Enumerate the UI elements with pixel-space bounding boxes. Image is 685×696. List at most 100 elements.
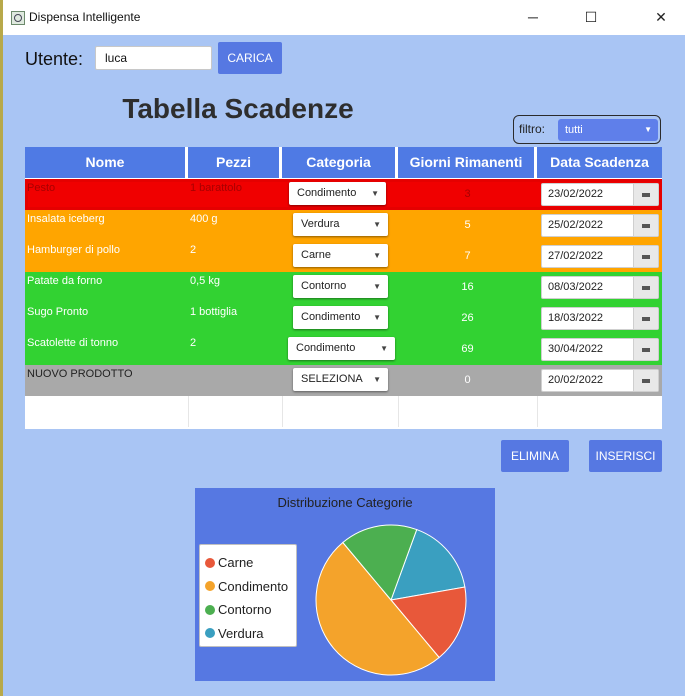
- header-giorni[interactable]: Giorni Rimanenti: [398, 147, 537, 178]
- cell-nome: Patate da forno: [27, 275, 103, 287]
- category-value: Condimento: [301, 311, 361, 323]
- grid-line: [282, 396, 283, 427]
- chevron-down-icon: ▼: [373, 375, 381, 384]
- chevron-down-icon: ▼: [373, 251, 381, 260]
- date-picker[interactable]: 25/02/2022: [541, 214, 659, 237]
- category-dropdown[interactable]: Condimento ▼: [288, 337, 395, 360]
- cell-nome: Scatolette di tonno: [27, 337, 119, 349]
- date-picker[interactable]: 20/02/2022: [541, 369, 659, 392]
- date-value: 18/03/2022: [548, 312, 604, 324]
- table-row[interactable]: Pesto 1 barattolo Condimento ▼ 3 23/02/2022: [25, 179, 662, 210]
- calendar-icon[interactable]: [633, 184, 658, 205]
- category-value: Condimento: [297, 187, 357, 199]
- pie-chart: [315, 524, 467, 676]
- cell-giorni: 69: [461, 343, 474, 355]
- minimize-button[interactable]: ─: [511, 0, 555, 35]
- category-value: Verdura: [301, 218, 340, 230]
- header-categoria[interactable]: Categoria: [282, 147, 398, 178]
- legend-swatch: [205, 628, 215, 639]
- table-row[interactable]: Hamburger di pollo 2 Carne ▼ 7 27/02/2022: [25, 241, 662, 272]
- date-value: 30/04/2022: [548, 343, 604, 355]
- date-value: 23/02/2022: [548, 188, 604, 200]
- category-dropdown[interactable]: Condimento ▼: [293, 306, 388, 329]
- cell-data: 08/03/2022: [537, 272, 662, 303]
- chevron-down-icon: ▼: [371, 189, 379, 198]
- header-nome[interactable]: Nome: [25, 147, 188, 178]
- cell-categoria: Condimento ▼: [282, 179, 398, 210]
- delete-button[interactable]: ELIMINA: [501, 440, 569, 472]
- page-title: Tabella Scadenze: [122, 93, 354, 124]
- date-picker[interactable]: 27/02/2022: [541, 245, 659, 268]
- grid-line: [188, 396, 189, 427]
- legend-label: Verdura: [218, 625, 264, 641]
- calendar-icon[interactable]: [633, 308, 658, 329]
- filter-dropdown[interactable]: tutti ▼: [558, 119, 658, 141]
- load-button[interactable]: CARICA: [218, 42, 282, 74]
- cell-giorni: 7: [464, 250, 471, 262]
- date-picker[interactable]: 23/02/2022: [541, 183, 659, 206]
- table-row[interactable]: Scatolette di tonno 2 Condimento ▼ 69 30/04/2…: [25, 334, 662, 365]
- insert-button[interactable]: INSERISCI: [589, 440, 662, 472]
- table-row[interactable]: Insalata iceberg 400 g Verdura ▼ 5 25/02/2022: [25, 210, 662, 241]
- legend-item: Verdura: [205, 622, 296, 646]
- category-value: SELEZIONA: [301, 373, 363, 385]
- cell-giorni: 5: [464, 219, 471, 231]
- cell-giorni: 26: [461, 312, 474, 324]
- title-bar: Dispensa Intelligente ─ ☐ ✕: [3, 0, 685, 35]
- cell-data: 30/04/2022: [537, 334, 662, 365]
- legend-label: Carne: [218, 555, 254, 571]
- cell-nome: NUOVO PRODOTTO: [27, 368, 133, 380]
- date-picker[interactable]: 30/04/2022: [541, 338, 659, 361]
- legend-label: Contorno: [218, 602, 272, 618]
- calendar-icon[interactable]: [633, 277, 658, 298]
- category-dropdown[interactable]: Contorno ▼: [293, 275, 388, 298]
- cell-categoria: Condimento ▼: [282, 303, 398, 334]
- cell-nome: Insalata iceberg: [27, 213, 105, 225]
- cell-pezzi: 0,5 kg: [190, 275, 220, 287]
- cell-categoria: Carne ▼: [282, 241, 398, 272]
- chevron-down-icon: ▼: [373, 282, 381, 291]
- cell-giorni: 16: [461, 281, 474, 293]
- legend-item: Condimento: [205, 575, 296, 599]
- chevron-down-icon: ▼: [373, 220, 381, 229]
- empty-row: [25, 396, 662, 427]
- category-dropdown[interactable]: Verdura ▼: [293, 213, 388, 236]
- maximize-button[interactable]: ☐: [569, 0, 613, 35]
- cell-pezzi: 1 bottiglia: [190, 306, 238, 318]
- cell-data: 23/02/2022: [537, 179, 662, 210]
- window-title: Dispensa Intelligente: [29, 10, 141, 24]
- cell-data: 27/02/2022: [537, 241, 662, 272]
- app-icon: [11, 11, 25, 25]
- grid-line: [537, 396, 538, 427]
- cell-nome: Pesto: [27, 182, 56, 194]
- legend-swatch: [205, 581, 215, 592]
- filter-box: filtro: tutti ▼: [513, 115, 661, 144]
- cell-giorni: 3: [464, 188, 471, 200]
- date-value: 20/02/2022: [548, 374, 604, 386]
- header-data[interactable]: Data Scadenza: [537, 147, 662, 178]
- table-row[interactable]: NUOVO PRODOTTO SELEZIONA ▼ 0 20/02/2022: [25, 365, 662, 396]
- header-pezzi[interactable]: Pezzi: [188, 147, 282, 178]
- calendar-icon[interactable]: [633, 246, 658, 267]
- calendar-icon[interactable]: [633, 370, 658, 391]
- cell-categoria: SELEZIONA ▼: [282, 365, 398, 396]
- date-value: 08/03/2022: [548, 281, 604, 293]
- category-dropdown[interactable]: Carne ▼: [293, 244, 388, 267]
- calendar-icon[interactable]: [633, 339, 658, 360]
- user-input[interactable]: [95, 46, 212, 70]
- category-dropdown[interactable]: Condimento ▼: [289, 182, 386, 205]
- category-dropdown[interactable]: SELEZIONA ▼: [293, 368, 388, 391]
- cell-categoria: Condimento ▼: [282, 334, 398, 365]
- calendar-icon[interactable]: [633, 215, 658, 236]
- category-value: Contorno: [301, 280, 347, 292]
- close-button[interactable]: ✕: [639, 0, 683, 35]
- date-picker[interactable]: 18/03/2022: [541, 307, 659, 330]
- table-row[interactable]: Sugo Pronto 1 bottiglia Condimento ▼ 26 18/03…: [25, 303, 662, 334]
- table-row[interactable]: Patate da forno 0,5 kg Contorno ▼ 16 08/03/20…: [25, 272, 662, 303]
- legend-item: Contorno: [205, 598, 296, 622]
- chevron-down-icon: ▼: [380, 344, 388, 353]
- category-chart: Distribuzione Categorie Carne Condimento C…: [195, 488, 495, 681]
- chevron-down-icon: ▼: [644, 125, 652, 134]
- category-value: Condimento: [296, 342, 356, 354]
- date-picker[interactable]: 08/03/2022: [541, 276, 659, 299]
